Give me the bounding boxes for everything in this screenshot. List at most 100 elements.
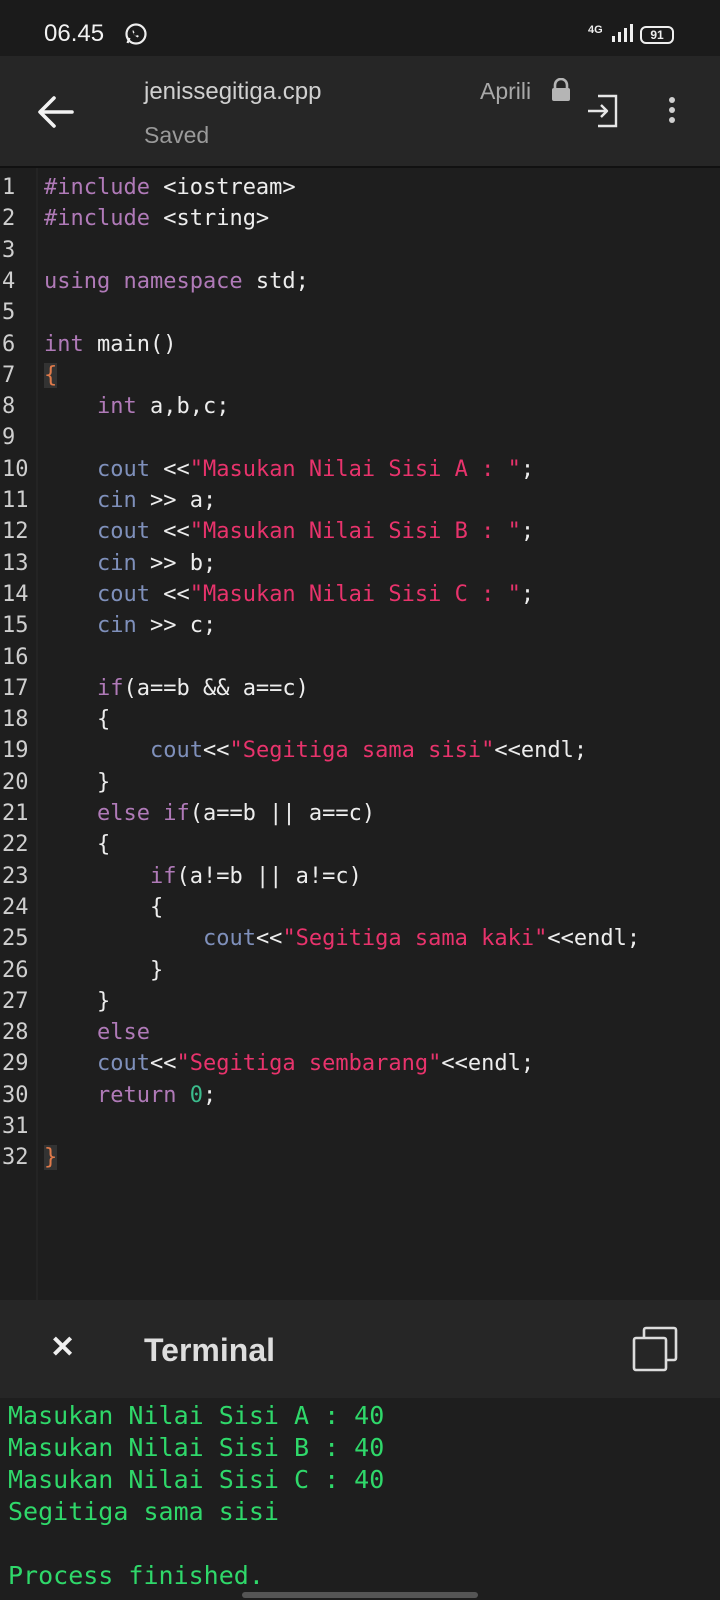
line-number: 3 <box>2 237 16 263</box>
enter-icon[interactable] <box>586 94 618 133</box>
back-arrow-icon[interactable] <box>36 94 76 135</box>
code-line: 2 #include <string> <box>0 203 720 235</box>
code-text: #include <string> <box>44 206 270 232</box>
line-number: 27 <box>2 988 29 1014</box>
line-number: 20 <box>2 769 29 795</box>
line-number: 12 <box>2 519 29 545</box>
terminal-line: Masukan Nilai Sisi B : 40 <box>8 1433 385 1462</box>
line-number: 32 <box>2 1145 29 1171</box>
code-text: using namespace std; <box>44 268 309 294</box>
code-line: 15 cin >> c; <box>0 610 720 642</box>
line-number: 5 <box>2 300 16 326</box>
line-number: 31 <box>2 1114 29 1139</box>
terminal-header: ✕ Terminal <box>0 1300 720 1398</box>
code-text: } <box>44 957 164 983</box>
signal-icon <box>612 22 634 49</box>
code-line: 32} <box>0 1142 720 1174</box>
code-line: 1 #include <iostream> <box>0 172 720 204</box>
code-line: 24 { <box>0 892 720 924</box>
code-line: 30 return 0; <box>0 1080 720 1112</box>
more-options-icon[interactable] <box>666 96 678 131</box>
line-number: 1 <box>2 175 16 200</box>
line-number: 16 <box>2 644 29 670</box>
code-line: 25 cout<<"Segitiga sama kaki"<<endl; <box>0 923 720 955</box>
network-type: 4G <box>588 24 603 36</box>
line-number: 14 <box>2 581 29 607</box>
code-line: 20 } <box>0 767 720 799</box>
line-number: 25 <box>2 926 29 952</box>
code-line: 7{ <box>0 360 720 392</box>
gesture-handle <box>242 1592 478 1598</box>
code-text: cin >> b; <box>96 550 217 576</box>
code-line: 6 int main() <box>0 329 720 361</box>
code-text: cin >> a; <box>96 488 217 513</box>
line-number: 13 <box>2 550 29 576</box>
code-text: { <box>44 707 111 733</box>
close-terminal-icon[interactable]: ✕ <box>50 1330 75 1365</box>
code-line: 26 } <box>0 955 720 987</box>
line-number: 17 <box>2 675 29 701</box>
terminal-line: Masukan Nilai Sisi C : 40 <box>8 1465 385 1494</box>
code-text: cout<<"Segitiga sama sisi"<<endl; <box>149 738 588 764</box>
line-number: 21 <box>2 801 29 826</box>
code-text: return 0; <box>96 1082 217 1108</box>
line-number: 9 <box>2 425 16 451</box>
owner-name: Aprili <box>480 78 532 104</box>
code-text: #include <iostream> <box>44 175 296 200</box>
terminal-title: Terminal <box>144 1332 275 1368</box>
code-text: cout <<"Masukan Nilai Sisi A : "; <box>96 456 535 482</box>
code-text: cin >> c; <box>96 613 217 639</box>
code-editor[interactable]: 1 #include <iostream> 2 #include <string> 3 4… <box>0 168 720 1300</box>
code-line: 9 <box>0 422 720 454</box>
code-text: } <box>44 769 111 795</box>
code-text: { <box>44 362 58 388</box>
code-text: if(a==b && a==c) <box>96 675 309 701</box>
code-text: if(a!=b || a!=c) <box>149 863 362 889</box>
code-line: 29 cout<<"Segitiga sembarang"<<endl; <box>0 1048 720 1080</box>
line-number: 11 <box>2 488 29 513</box>
code-line: 8 int a,b,c; <box>0 391 720 423</box>
terminal-line: Process finished. <box>8 1561 264 1590</box>
code-line: 31 <box>0 1111 720 1143</box>
code-text: cout <<"Masukan Nilai Sisi C : "; <box>96 581 535 607</box>
code-text: cout<<"Segitiga sembarang"<<endl; <box>96 1051 535 1077</box>
code-line: 4 using namespace std; <box>0 266 720 298</box>
line-number: 4 <box>2 268 16 294</box>
whatsapp-icon <box>124 22 148 51</box>
line-number: 19 <box>2 738 29 764</box>
code-text: int main() <box>44 331 177 357</box>
status-bar: 06.45 4G 91 <box>0 0 720 56</box>
terminal-line: Masukan Nilai Sisi A : 40 <box>8 1401 385 1430</box>
clock: 06.45 <box>44 20 105 47</box>
code-line: 19 cout<<"Segitiga sama sisi"<<endl; <box>0 735 720 767</box>
save-status: Saved <box>144 122 210 148</box>
code-line: 28 else <box>0 1017 720 1049</box>
line-number: 15 <box>2 613 29 639</box>
line-number: 18 <box>2 707 29 733</box>
file-name: jenissegitiga.cpp <box>144 78 322 105</box>
terminal-line: Segitiga sama sisi <box>8 1497 279 1526</box>
code-text: } <box>44 988 111 1014</box>
code-text: int a,b,c; <box>96 394 230 420</box>
line-number: 22 <box>2 832 29 858</box>
line-number: 28 <box>2 1020 29 1046</box>
terminal-output: Masukan Nilai Sisi A : 40 Masukan Nilai … <box>0 1398 720 1600</box>
code-line: 10 cout <<"Masukan Nilai Sisi A : "; <box>0 454 720 486</box>
code-line: 5 <box>0 297 720 329</box>
lock-icon <box>550 77 572 107</box>
line-number: 10 <box>2 456 29 482</box>
code-line: 3 <box>0 235 720 267</box>
code-line: 23 if(a!=b || a!=c) <box>0 861 720 893</box>
line-number: 29 <box>2 1051 29 1077</box>
code-text: else if(a==b || a==c) <box>96 801 376 826</box>
copy-icon[interactable] <box>632 1326 678 1377</box>
line-number: 23 <box>2 863 29 889</box>
code-line: 17 if(a==b && a==c) <box>0 673 720 705</box>
line-number: 30 <box>2 1082 29 1108</box>
battery-icon: 91 <box>640 26 674 44</box>
code-line: 16 <box>0 642 720 674</box>
code-text: { <box>44 894 164 920</box>
code-line: 27 } <box>0 986 720 1018</box>
line-number: 26 <box>2 957 29 983</box>
code-line: 13 cin >> b; <box>0 548 720 580</box>
